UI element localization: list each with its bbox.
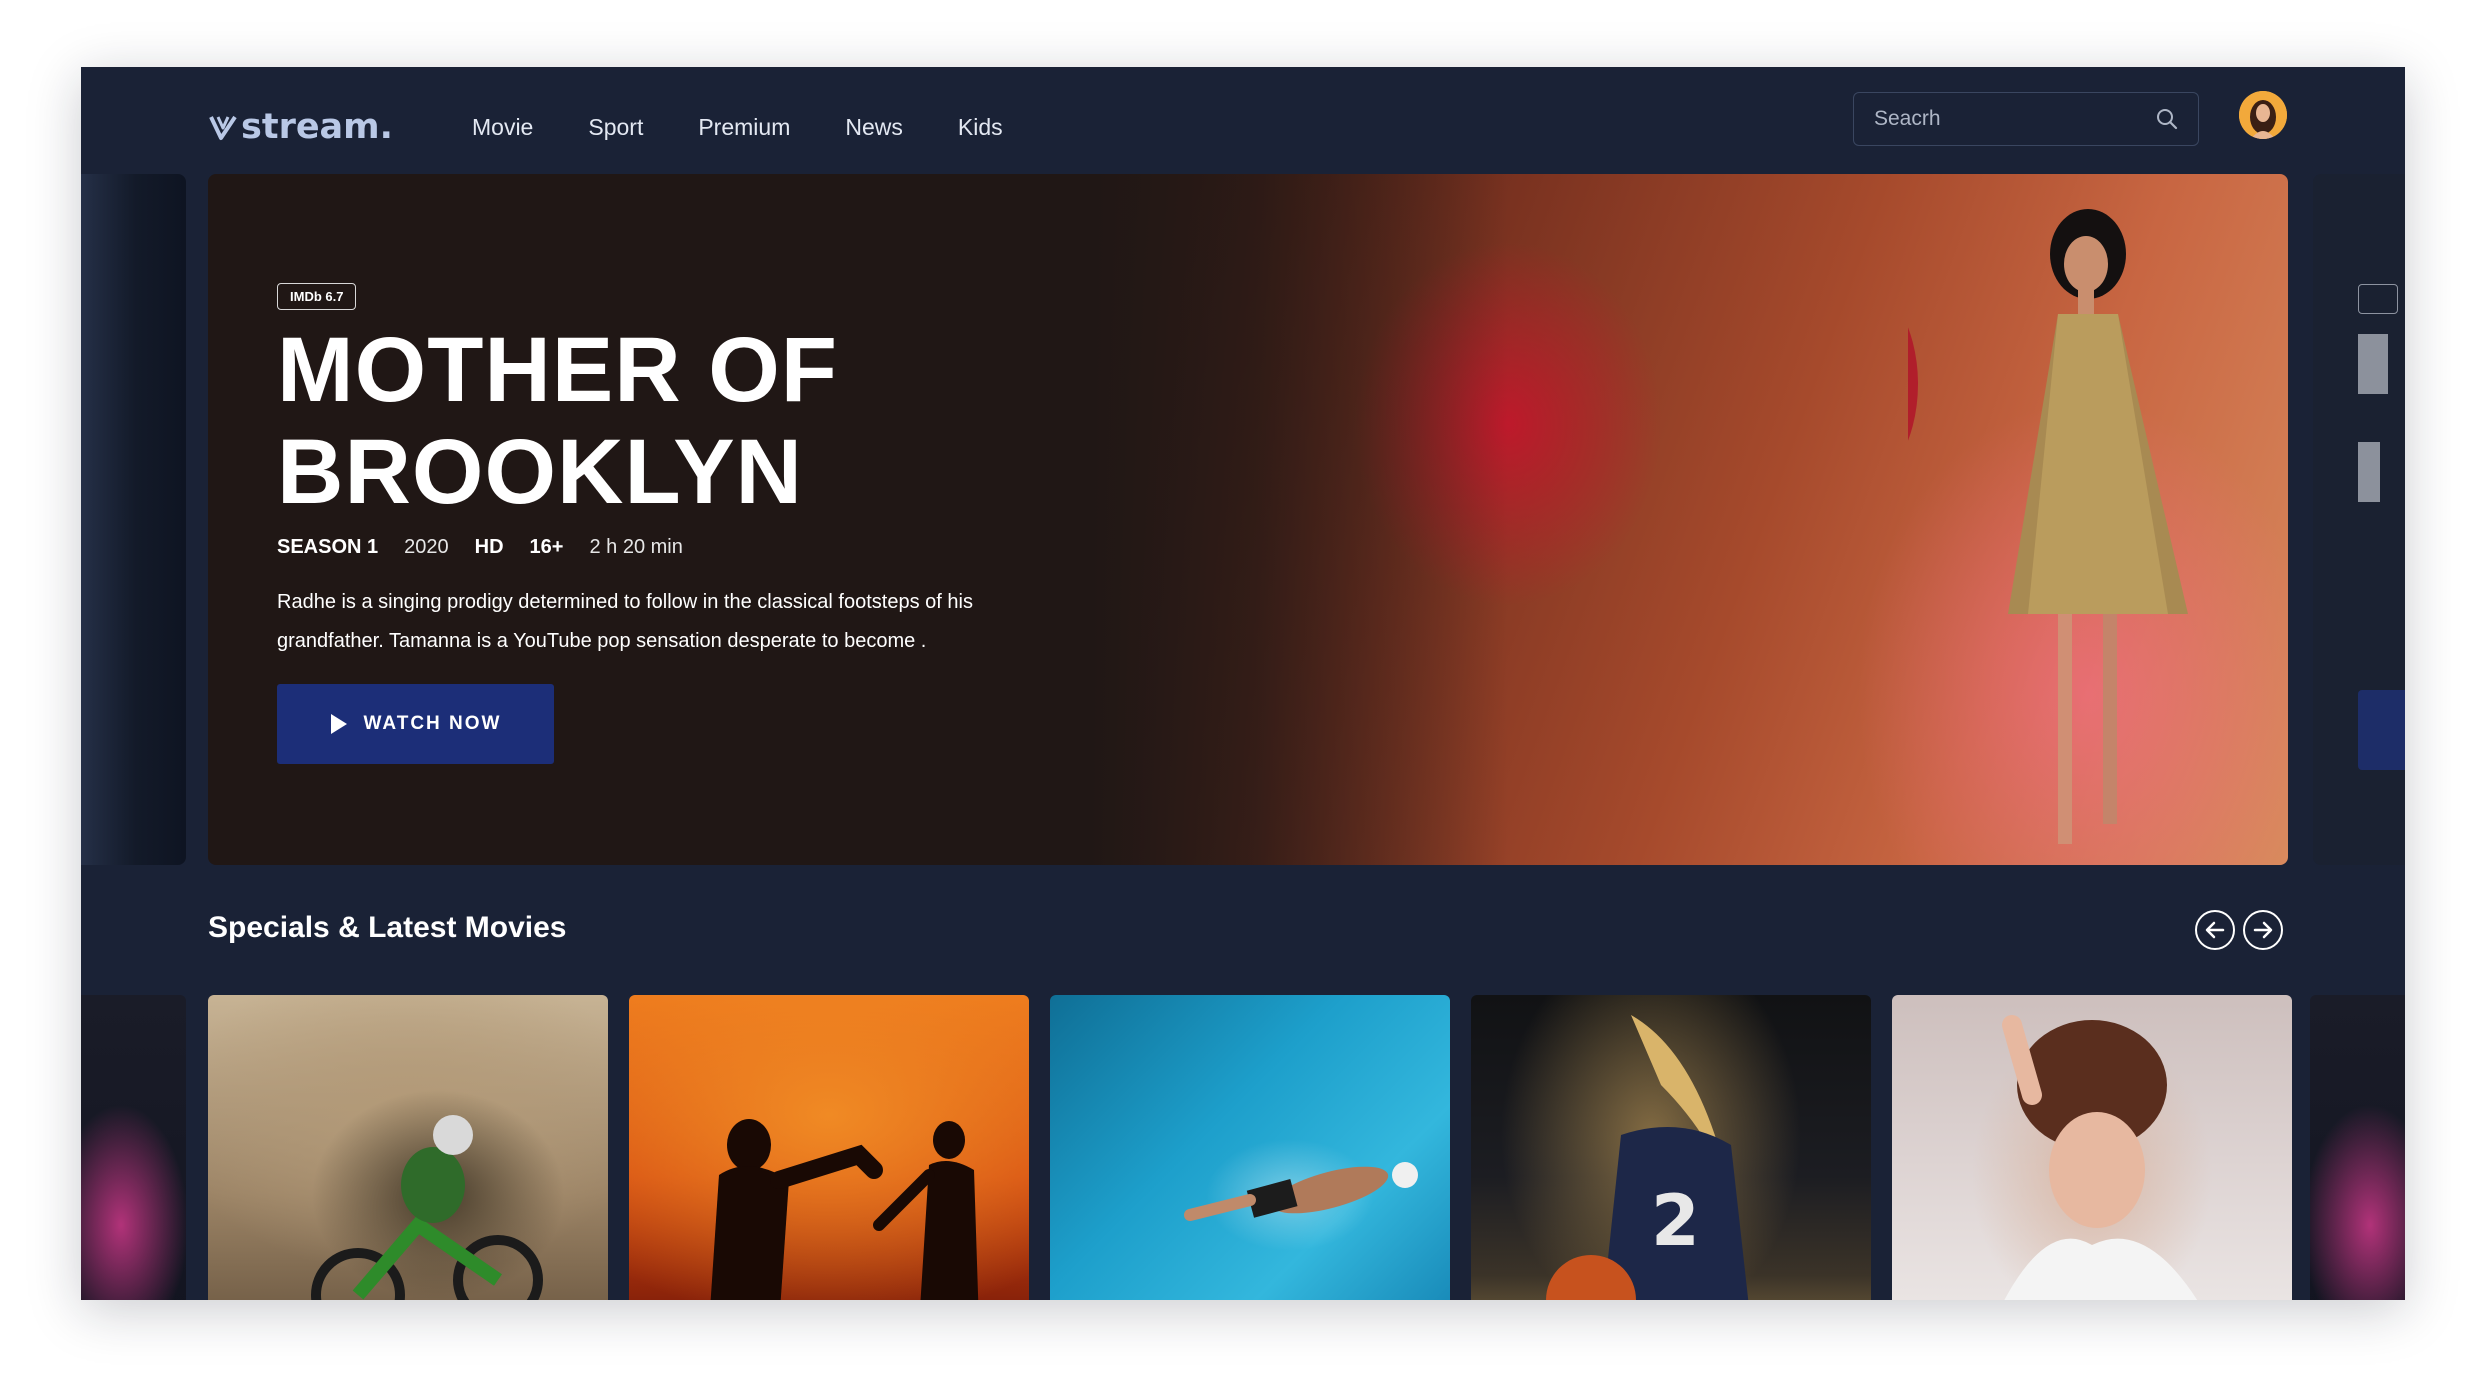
main-nav: Movie Sport Premium News Kids [472,105,1003,149]
nav-item-sport[interactable]: Sport [588,114,643,141]
next-slide-title-line2 [2358,442,2380,502]
meta-duration: 2 h 20 min [589,536,683,558]
logo-v-icon [209,115,237,140]
svg-text:2: 2 [1651,1180,1700,1262]
basketball-image: 2 [1546,1015,1749,1300]
swimmer-image [1184,1162,1418,1221]
logo-text: stream. [241,107,393,147]
search-input[interactable] [1874,107,2114,131]
brand-logo[interactable]: stream. [209,97,393,157]
imdb-rating-badge: IMDb 6.7 [277,283,357,310]
hero-title: MOTHER OF BROOKLYN [277,319,838,523]
hero-gradient-overlay [1088,174,1508,865]
next-slide-badge [2358,284,2398,314]
movie-card-motocross[interactable] [208,995,608,1300]
arrow-left-icon [2205,921,2225,939]
movie-card-runners[interactable] [629,995,1029,1300]
portrait-image [2002,1015,2198,1300]
search-icon[interactable] [2156,108,2178,130]
avatar-portrait [2239,91,2287,139]
motocross-image [311,1115,543,1300]
hero-next-slide[interactable] [2313,174,2405,865]
watch-now-button[interactable]: WATCH NOW [277,684,554,764]
next-slide-button [2358,690,2405,770]
search-box [1853,92,2199,146]
section-title: Specials & Latest Movies [208,911,567,944]
meta-quality: HD [474,536,504,558]
runners-image [710,1119,979,1300]
meta-age-rating: 16+ [529,536,564,558]
movie-card-partial-right[interactable] [2310,995,2405,1300]
nav-item-news[interactable]: News [845,114,903,141]
nav-item-premium[interactable]: Premium [698,114,790,141]
hero-prev-slide[interactable] [81,174,186,865]
hero-banner: IMDb 6.7 MOTHER OF BROOKLYN SEASON 1 202… [208,174,2288,865]
next-slide-title [2358,334,2388,394]
watch-now-label: WATCH NOW [363,713,502,734]
movie-card-swimmer[interactable] [1050,995,1450,1300]
movie-card-partial-left[interactable] [81,995,186,1300]
carousel-prev-button[interactable] [2195,910,2235,950]
nav-item-movie[interactable]: Movie [472,114,533,141]
app-window: stream. Movie Sport Premium News Kids Se… [81,67,2405,1300]
hero-meta: SEASON 1 2020 HD 16+ 2 h 20 min [277,536,683,559]
meta-season: SEASON 1 [277,536,379,558]
meta-year: 2020 [404,536,449,558]
carousel-next-button[interactable] [2243,910,2283,950]
hero-description: Radhe is a singing prodigy determined to… [277,591,973,652]
nav-item-kids[interactable]: Kids [958,114,1003,141]
arrow-right-icon [2253,921,2273,939]
movie-card-basketball[interactable]: 2 [1471,995,1871,1300]
play-icon [330,714,347,734]
hero-figure-image [1908,209,2188,844]
movie-card-portrait[interactable] [1892,995,2292,1300]
user-avatar[interactable] [2239,91,2287,139]
